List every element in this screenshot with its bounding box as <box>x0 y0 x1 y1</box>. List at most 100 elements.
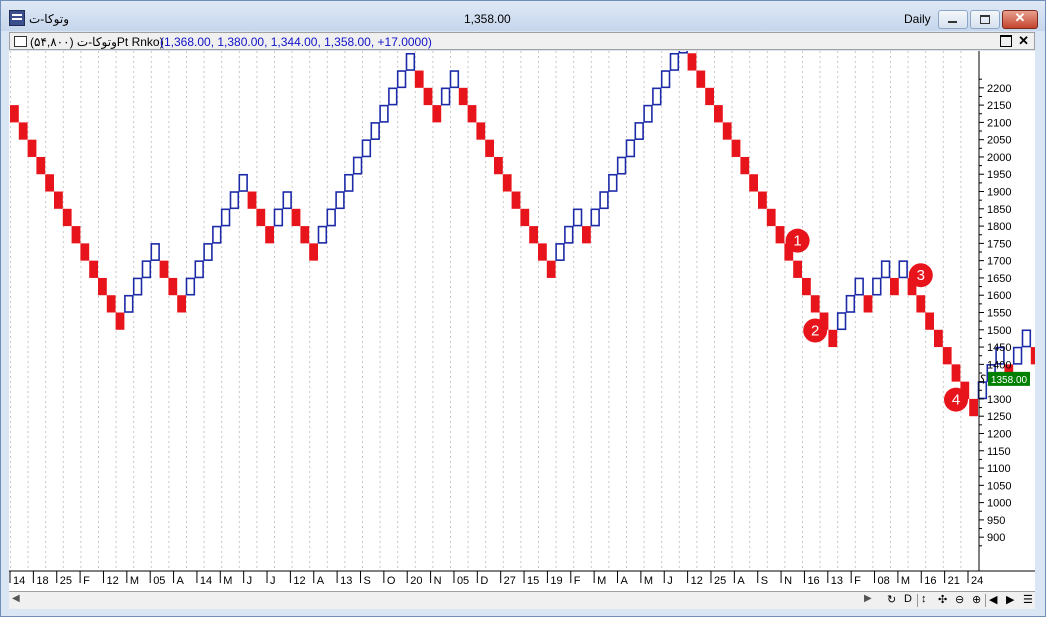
x-tick-label: F <box>854 575 861 587</box>
x-tick-label: A <box>317 575 325 587</box>
y-tick-label: 1650 <box>987 273 1011 285</box>
horizontal-scrollbar[interactable]: ◀ ▶ ↻ D ↕ ✣ ⊖ ⊕ ◀ ▶ ☰ <box>9 591 1035 609</box>
x-tick-label: 19 <box>550 575 562 587</box>
scroll-left-icon[interactable]: ◀ <box>12 593 20 604</box>
renko-brick-down <box>802 277 811 296</box>
renko-brick-down <box>45 174 54 192</box>
window-title: وتوکا-ت <box>29 12 69 26</box>
renko-brick-up <box>132 277 143 296</box>
x-tick-label: J <box>270 575 276 587</box>
renko-brick-up <box>872 277 882 296</box>
ohlc-readout: (1,368.00, 1,380.00, 1,344.00, 1,358.00,… <box>160 35 432 49</box>
renko-brick-down <box>696 70 706 88</box>
x-tick-label: 24 <box>971 575 983 587</box>
x-tick-label: 27 <box>504 575 516 587</box>
x-tick-label: D <box>480 575 488 587</box>
renko-brick-up <box>555 243 565 261</box>
chart-maximize-icon[interactable] <box>1000 35 1012 47</box>
x-tick-label: M <box>130 575 139 587</box>
renko-brick-down <box>10 105 19 123</box>
renko-brick-down <box>300 226 310 244</box>
close-button[interactable]: ✕ <box>1002 10 1038 29</box>
zoom-in-icon[interactable]: ⊕ <box>972 593 981 606</box>
chart-area[interactable]: 1 2 3 4 ؟ 900 950 1000 1050 1100 1150 1200 1250 1300… <box>9 35 1046 591</box>
x-tick-label: 25 <box>60 575 72 587</box>
y-tick-label: 1200 <box>987 428 1011 440</box>
window-title-bar[interactable]: وتوکا-ت 1,358.00 Daily ✕ <box>1 1 1045 31</box>
x-tick-label: A <box>177 575 185 587</box>
renko-brick-up <box>220 208 231 227</box>
x-tick-label: 15 <box>527 575 539 587</box>
scroll-right-icon[interactable]: ▶ <box>864 593 872 604</box>
renko-brick-down <box>951 364 961 382</box>
y-tick-label: 1850 <box>987 204 1011 216</box>
x-tick-label: 21 <box>948 575 960 587</box>
renko-brick-down <box>502 174 512 192</box>
renko-brick-up <box>449 70 460 89</box>
renko-brick-up <box>282 191 292 210</box>
y-tick-label: 1550 <box>987 308 1011 320</box>
renko-brick-up <box>880 260 891 279</box>
renko-brick-up <box>326 208 336 227</box>
minimize-button[interactable] <box>938 10 968 29</box>
x-tick-label: 05 <box>153 575 165 587</box>
renko-brick-up <box>150 243 160 261</box>
renko-brick-up <box>625 139 636 158</box>
y-tick-label: 1150 <box>987 446 1011 458</box>
x-tick-label: O <box>387 575 396 587</box>
renko-brick-down <box>54 191 63 209</box>
vertical-scale-icon[interactable]: ↕ <box>921 593 927 605</box>
renko-brick-down <box>467 105 477 123</box>
x-tick-label: 08 <box>878 575 890 587</box>
renko-brick-up <box>379 104 389 123</box>
y-tick-label: 2200 <box>987 83 1011 95</box>
renko-brick-down <box>775 226 785 244</box>
renko-brick-down <box>432 105 442 123</box>
renko-brick-down <box>925 312 934 330</box>
renko-brick-down <box>749 174 758 192</box>
x-tick-label: 14 <box>13 575 25 587</box>
chart-app-icon <box>9 10 25 26</box>
renko-brick-up <box>836 312 847 331</box>
menu-icon[interactable]: ☰ <box>1023 593 1033 606</box>
maximize-button[interactable] <box>970 10 1000 29</box>
renko-brick-up <box>608 173 618 192</box>
renko-chart: 1234؟ 9009501000105011001150120012501300… <box>9 35 1046 591</box>
toolbar-separator <box>917 594 918 607</box>
chart-close-icon[interactable]: ✕ <box>1018 33 1029 49</box>
renko-brick-up <box>590 208 600 227</box>
renko-brick-down <box>115 312 125 330</box>
x-tick-label: 16 <box>807 575 819 587</box>
renko-brick-up <box>1012 346 1023 365</box>
annotation-marker-label: 3 <box>917 267 925 284</box>
renko-brick-down <box>71 226 81 244</box>
renko-brick-up <box>273 208 284 227</box>
x-tick-label: 12 <box>293 575 305 587</box>
x-tick-label: 14 <box>200 575 212 587</box>
x-tick-label: N <box>434 575 442 587</box>
y-tick-label: 900 <box>987 532 1005 544</box>
renko-brick-down <box>423 87 433 106</box>
renko-brick-down <box>705 87 714 106</box>
crosshair-icon[interactable]: ✣ <box>938 593 947 606</box>
last-price-tag: 1358.00 <box>988 371 1030 386</box>
renko-brick-down <box>168 277 178 296</box>
zoom-out-icon[interactable]: ⊖ <box>955 593 964 606</box>
chart-select-icon[interactable] <box>14 36 27 47</box>
prev-icon[interactable]: ◀ <box>989 593 997 606</box>
x-tick-label: F <box>83 575 90 587</box>
refresh-icon[interactable]: ↻ <box>887 593 896 606</box>
y-tick-label: 1500 <box>987 325 1011 337</box>
renko-brick-up <box>335 191 345 210</box>
next-icon[interactable]: ▶ <box>1006 593 1014 606</box>
renko-brick-down <box>36 156 46 175</box>
renko-brick-up <box>141 260 152 279</box>
renko-brick-down <box>529 226 538 244</box>
x-tick-label: M <box>223 575 232 587</box>
renko-brick-down <box>485 139 494 157</box>
renko-brick-down <box>538 243 547 261</box>
y-tick-label: 1950 <box>987 169 1011 181</box>
data-window-icon[interactable]: D <box>904 593 912 605</box>
renko-brick-up <box>660 70 671 89</box>
renko-brick-down <box>969 398 978 417</box>
